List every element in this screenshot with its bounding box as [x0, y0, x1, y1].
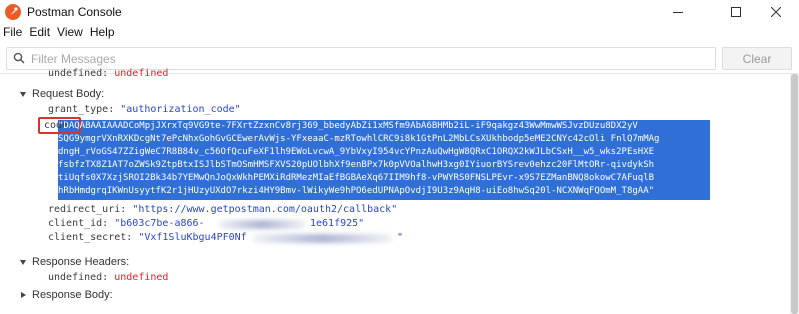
redacted-blur [218, 220, 306, 229]
menu-view[interactable]: View [54, 23, 87, 41]
response-header-entry: undefined: undefined [48, 272, 169, 283]
window-title: Postman Console [27, 5, 122, 19]
expand-arrow-icon[interactable] [21, 292, 26, 298]
response-headers-label[interactable]: Response Headers: [32, 256, 129, 268]
redirect-uri-entry: redirect_uri: "https://www.getpostman.co… [48, 204, 398, 215]
code-line[interactable]: fsbfzTX8Z1AT7oZWSk9ZtpBtxISJlbSTmOSmHMSF… [58, 159, 710, 171]
postman-logo-icon [5, 4, 21, 20]
redacted-blur [252, 234, 392, 243]
scrollbar-thumb[interactable] [791, 74, 798, 314]
request-body-label[interactable]: Request Body: [32, 88, 104, 100]
client-secret-entry: client_secret: "Vxf1SluKbgu4PF0Nf [48, 232, 247, 243]
code-line[interactable]: "DAQABAAIAAADCoMpjJXrxTq9VG9te-7FXrtZzxn… [58, 120, 710, 132]
title-bar: Postman Console [0, 0, 799, 24]
menu-edit[interactable]: Edit [26, 23, 54, 41]
scrollbar[interactable] [790, 74, 799, 314]
minimize-icon [673, 12, 683, 13]
grant-type-entry: grant_type: "authorization_code" [48, 104, 241, 115]
console-log: undefined: undefined Request Body: grant… [0, 64, 790, 314]
code-line[interactable]: hRbHmdgrqIKWnUsyytfK2r1jHUzyUXdO7rkzi4HY… [58, 185, 710, 197]
close-button[interactable] [753, 0, 799, 24]
code-line[interactable]: SQG9ymgrVXnRXKDcgNt7ePcNhxGohGvGCEwerAvW… [58, 133, 710, 145]
menu-bar: File Edit View Help [0, 23, 799, 41]
menu-help[interactable]: Help [87, 23, 119, 41]
minimize-button[interactable] [655, 0, 701, 24]
maximize-icon [731, 7, 741, 17]
menu-file[interactable]: File [0, 23, 26, 41]
client-secret-end: " [397, 232, 404, 243]
code-line[interactable]: tiUqfs0X7XzjSROI2Bk34b7YEMwQnJoQxWkhPEMX… [58, 172, 710, 184]
client-id-entry: client_id: "b603c7be-a866- [48, 218, 205, 229]
collapse-arrow-icon[interactable] [20, 260, 26, 265]
response-body-label[interactable]: Response Body: [32, 289, 113, 301]
log-entry: undefined: undefined [48, 68, 169, 79]
close-icon [771, 7, 781, 17]
client-id-end: 1e61f925" [310, 218, 365, 229]
code-line[interactable]: dngH_rVoGS47ZZigWeC7R8B84v_c56OfQcuFeXF1… [58, 146, 710, 158]
search-icon [13, 52, 25, 64]
collapse-arrow-icon[interactable] [20, 92, 26, 97]
